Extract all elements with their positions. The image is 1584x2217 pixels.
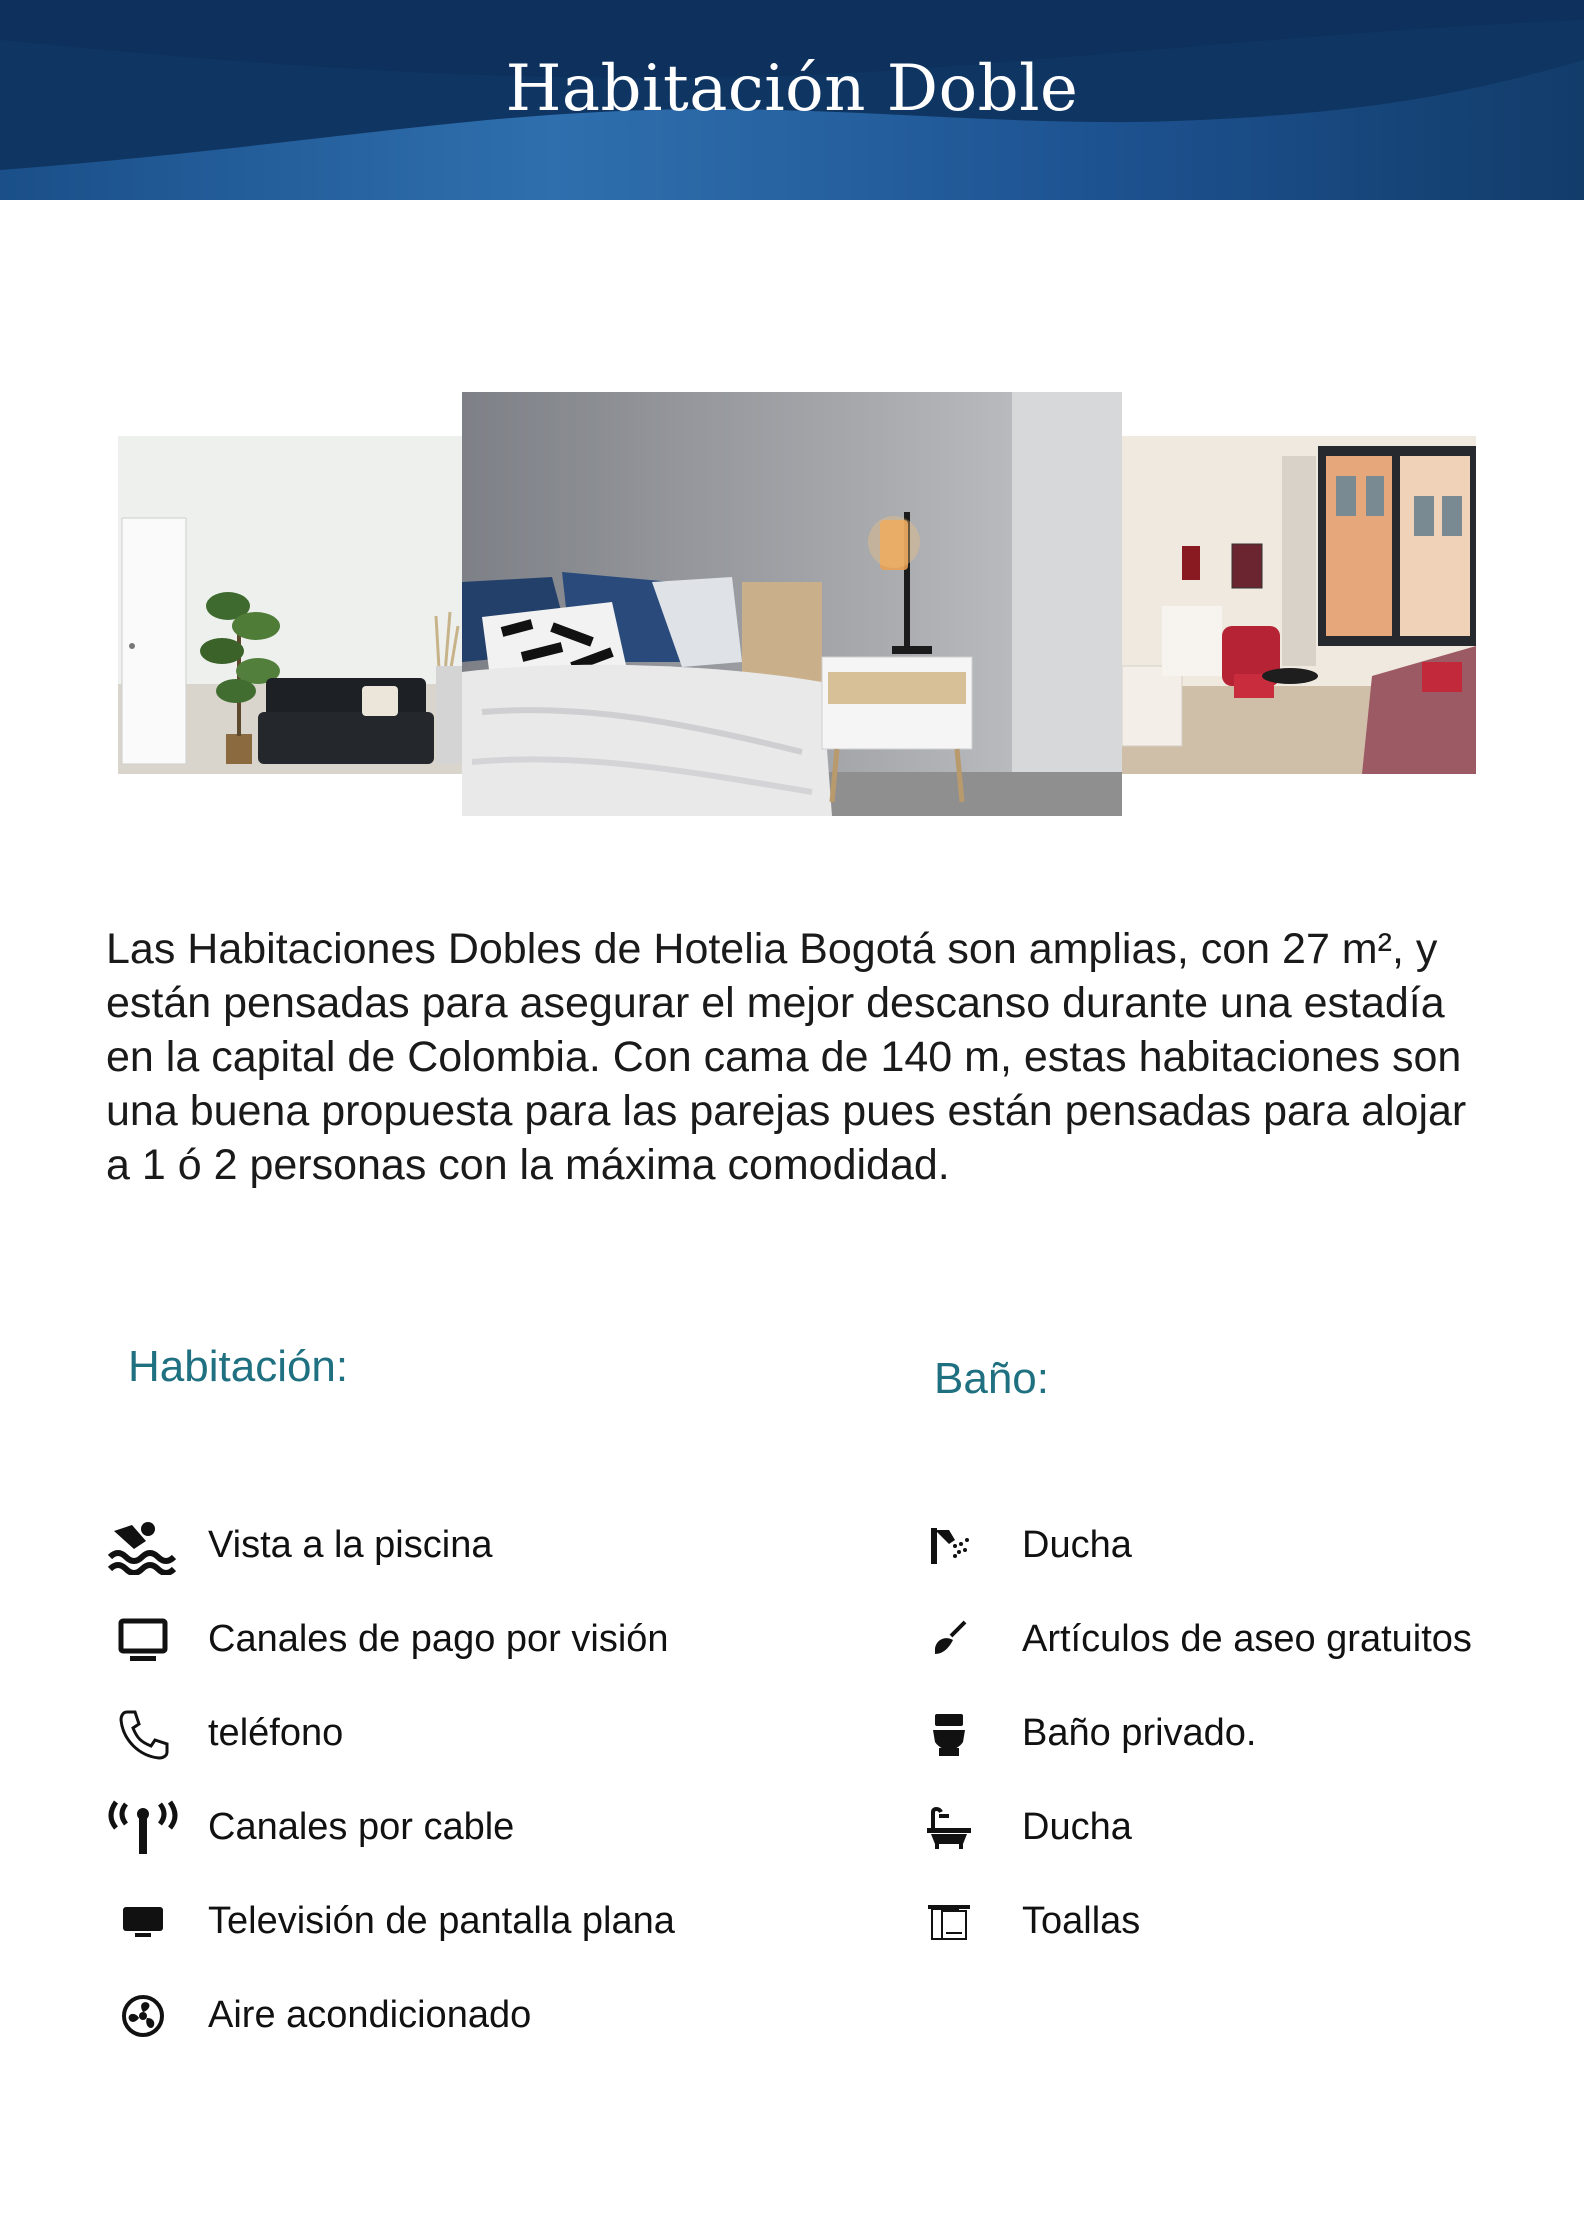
fan-icon [108,1986,178,2046]
amenity-item: Toallas [0,1892,1140,1952]
amenity-label: Ducha [1022,1524,1132,1566]
room-section-title: Habitación: [128,1342,349,1391]
amenity-item: Aire acondicionado [0,1986,720,2046]
amenity-label: Baño privado. [1022,1712,1257,1754]
amenity-item: Artículos de aseo gratuitos [0,1610,1472,1670]
amenity-item: Ducha [0,1798,1132,1858]
bedroom-photo [462,392,1122,816]
suite-photo [1122,436,1476,774]
amenity-item: Ducha [0,1516,1132,1576]
bathroom-section-title: Baño: [934,1354,1049,1403]
room-description: Las Habitaciones Dobles de Hotelia Bogot… [106,925,1467,1189]
amenity-label: Toallas [1022,1900,1141,1942]
header-banner: Habitación Doble [0,0,1584,200]
amenity-label: Aire acondicionado [208,1994,532,2036]
amenity-label: Ducha [1022,1806,1132,1848]
toiletries-icon [914,1610,984,1670]
living-room-photo [118,436,462,774]
bathtub-icon [914,1798,984,1858]
amenity-label: Artículos de aseo gratuitos [1022,1618,1472,1660]
page-title: Habitación Doble [505,52,1079,126]
amenity-item: Baño privado. [0,1704,1257,1764]
toilet-icon [914,1704,984,1764]
shower-icon [914,1516,984,1576]
towels-icon [914,1892,984,1952]
